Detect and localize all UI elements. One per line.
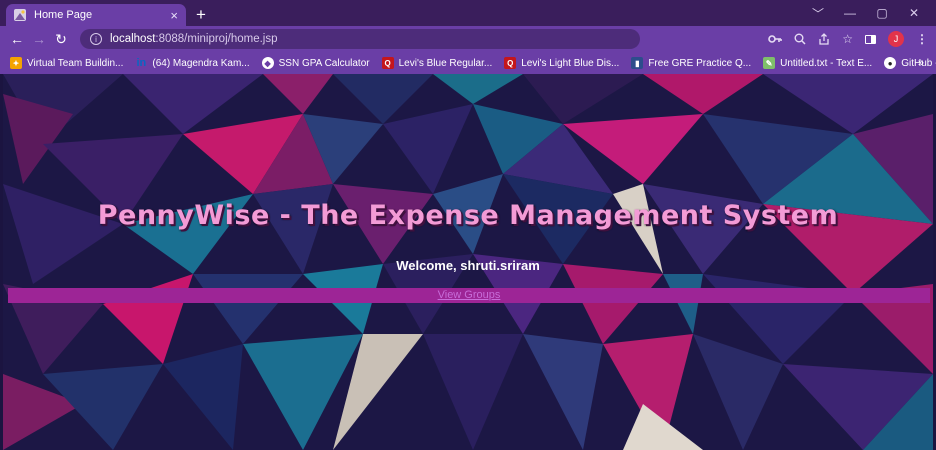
side-panel-icon[interactable] xyxy=(865,34,876,44)
site-info-icon[interactable]: i xyxy=(90,33,102,45)
linkedin-icon: in xyxy=(136,57,147,69)
view-groups-link[interactable]: View Groups xyxy=(438,289,501,301)
page-content: PennyWise - The Expense Management Syste… xyxy=(3,74,933,450)
bookmark-label: Virtual Team Buildin... xyxy=(27,57,124,69)
zoom-icon[interactable] xyxy=(794,33,806,45)
back-arrow-icon[interactable]: ← xyxy=(6,31,28,47)
forward-arrow-icon[interactable]: → xyxy=(28,31,50,47)
bookmark-label: Free GRE Practice Q... xyxy=(648,57,752,69)
view-groups-bar: View Groups xyxy=(8,288,930,303)
bookmark-label: Untitled.txt - Text E... xyxy=(780,57,873,69)
bookmark-item[interactable]: ▮ Free GRE Practice Q... xyxy=(631,57,751,69)
bookmark-item[interactable]: ✦ Virtual Team Buildin... xyxy=(10,57,123,69)
url-host: localhost xyxy=(110,33,156,45)
bookmark-star-icon[interactable]: ☆ xyxy=(842,32,853,46)
bookmark-item[interactable]: ◆ SSN GPA Calculator xyxy=(261,57,370,69)
bookmark-item[interactable]: ● GitHub - aritra-250... xyxy=(884,57,936,69)
gpa-calculator-icon: ◆ xyxy=(261,57,274,69)
profile-avatar[interactable]: J xyxy=(888,31,904,47)
welcome-message: Welcome, shruti.sriram xyxy=(396,258,540,273)
window-controls: ﹀ — ▢ ✕ xyxy=(802,0,930,26)
reload-icon[interactable]: ↻ xyxy=(50,31,72,48)
toolbar-actions: ☆ J ⋮ xyxy=(768,26,928,52)
minimize-button[interactable]: — xyxy=(834,6,866,20)
bookmarks-bar: ✦ Virtual Team Buildin... in (64) Magend… xyxy=(0,52,936,74)
share-icon[interactable] xyxy=(818,33,830,45)
browser-toolbar: ← → ↻ i localhost:8088/miniproj/home.jsp… xyxy=(0,26,936,52)
page-favicon-icon xyxy=(14,9,26,21)
browser-title-bar: Home Page × + ﹀ — ▢ ✕ xyxy=(0,0,936,26)
bookmarks-overflow-icon[interactable]: » xyxy=(918,57,924,69)
browser-tab-home[interactable]: Home Page × xyxy=(6,4,186,26)
new-tab-button[interactable]: + xyxy=(196,4,206,26)
levis-icon: Q xyxy=(504,57,517,69)
bookmark-item[interactable]: Q Levi's Blue Regular... xyxy=(381,57,493,69)
password-key-icon[interactable] xyxy=(768,34,783,44)
tab-title: Home Page xyxy=(34,9,93,21)
page-title: PennyWise - The Expense Management Syste… xyxy=(97,200,839,231)
url-path: :8088/miniproj/home.jsp xyxy=(155,33,278,45)
close-window-button[interactable]: ✕ xyxy=(898,6,930,20)
bookmark-item[interactable]: ✎ Untitled.txt - Text E... xyxy=(763,57,872,69)
more-menu-icon[interactable]: ⋮ xyxy=(916,32,928,46)
team-building-icon: ✦ xyxy=(10,57,22,69)
levis-icon: Q xyxy=(381,57,394,69)
restore-button[interactable]: ▢ xyxy=(866,6,898,20)
bookmark-label: Levi's Light Blue Dis... xyxy=(521,57,620,69)
gre-icon: ▮ xyxy=(631,57,644,69)
bookmark-label: (64) Magendra Kam... xyxy=(152,57,250,69)
text-editor-icon: ✎ xyxy=(763,57,776,69)
tab-search-icon[interactable]: ﹀ xyxy=(802,5,834,22)
bookmark-item[interactable]: in (64) Magendra Kam... xyxy=(135,57,249,69)
tab-close-icon[interactable]: × xyxy=(170,8,178,23)
bookmark-item[interactable]: Q Levi's Light Blue Dis... xyxy=(504,57,619,69)
github-icon: ● xyxy=(884,57,897,69)
bookmark-label: Levi's Blue Regular... xyxy=(398,57,493,69)
bookmark-label: SSN GPA Calculator xyxy=(278,57,370,69)
address-bar[interactable]: i localhost:8088/miniproj/home.jsp xyxy=(80,29,640,49)
